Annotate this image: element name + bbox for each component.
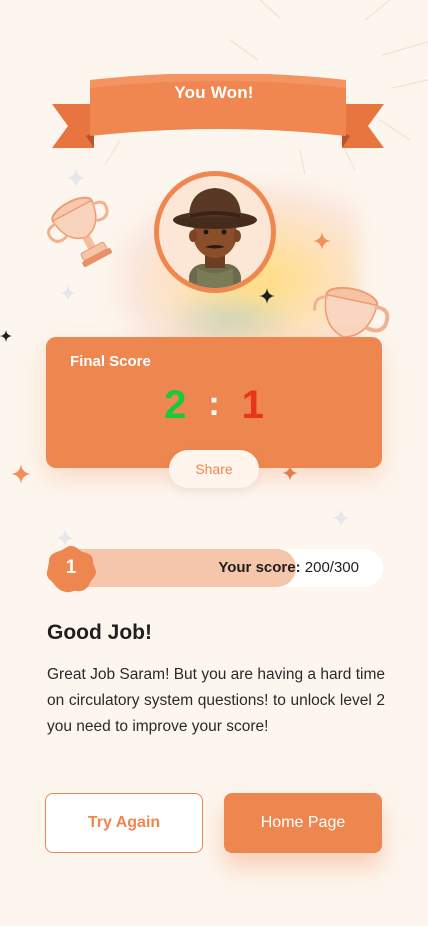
result-message: Great Job Saram! But you are having a ha… <box>47 666 385 735</box>
score-separator: : <box>208 385 220 423</box>
final-score-card: Final Score 2:1 <box>46 337 382 468</box>
cowboy-avatar-icon <box>173 188 257 288</box>
sparkle-icon <box>0 330 12 342</box>
score-progress-text: Your score: 200/300 <box>218 559 359 576</box>
sparkle-icon <box>259 288 275 304</box>
score-progress-label: Your score: <box>218 559 301 576</box>
result-heading: Good Job! <box>47 621 152 644</box>
score-progress-bar: Your score: 200/300 <box>48 549 383 587</box>
try-again-button[interactable]: Try Again <box>45 793 203 853</box>
sparkle-icon <box>66 168 86 188</box>
score-display: 2:1 <box>46 381 382 431</box>
final-score-label: Final Score <box>70 353 151 370</box>
home-score: 2 <box>164 383 187 427</box>
share-button[interactable]: Share <box>169 450 259 488</box>
sparkle-icon <box>313 232 331 250</box>
sparkle-icon <box>60 285 76 301</box>
result-screen: You Won! Final Score 2: 1 Share Your sc… <box>0 0 428 926</box>
banner-title: You Won! <box>174 83 254 102</box>
score-progress-value: 200/300 <box>304 559 359 576</box>
level-number: 1 <box>65 557 77 578</box>
trophy-icon-left <box>46 196 112 267</box>
sparkle-icon <box>332 509 350 527</box>
player-avatar <box>154 171 276 293</box>
home-page-button[interactable]: Home Page <box>224 793 382 853</box>
sparkle-icon <box>11 464 31 484</box>
away-score: 1 <box>241 383 264 427</box>
